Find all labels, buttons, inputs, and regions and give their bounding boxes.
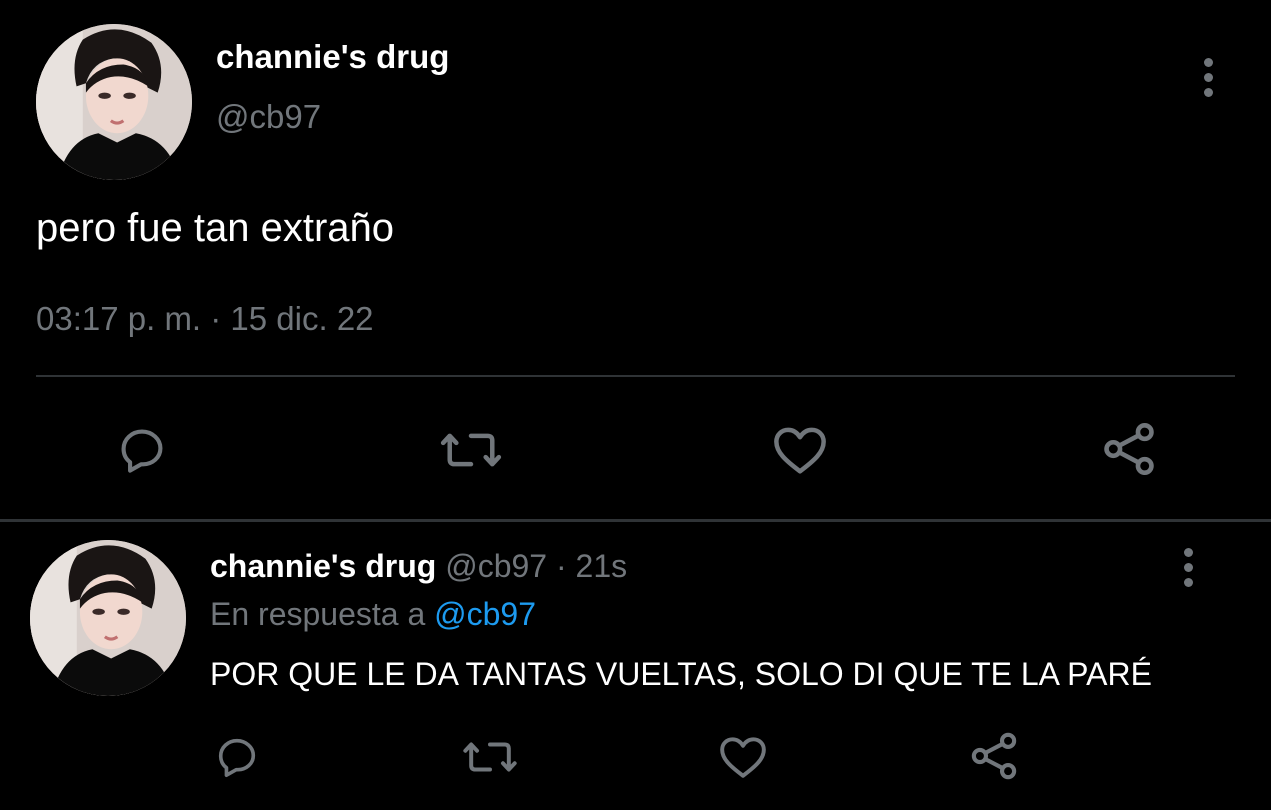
display-name[interactable]: channie's drug <box>216 38 449 76</box>
retweet-button[interactable] <box>460 730 520 784</box>
reply-header: channie's drug @cb97 · 21s <box>210 548 627 585</box>
tweet-text: POR QUE LE DA TANTAS VUELTAS, SOLO DI QU… <box>210 656 1152 692</box>
profile-photo-icon <box>36 24 192 180</box>
more-options-icon[interactable] <box>1196 58 1220 97</box>
share-icon <box>971 732 1017 780</box>
retweet-button[interactable] <box>436 420 506 480</box>
like-button[interactable] <box>716 730 770 784</box>
reply-icon <box>121 429 163 473</box>
divider <box>36 375 1235 377</box>
share-icon <box>1104 423 1154 475</box>
tweet-timestamp[interactable]: 03:17 p. m. · 15 dic. 22 <box>36 300 374 338</box>
separator-dot: · <box>547 548 576 584</box>
like-button[interactable] <box>768 420 832 480</box>
display-name[interactable]: channie's drug <box>210 548 436 584</box>
reply-icon <box>218 738 256 778</box>
profile-photo-icon <box>30 540 186 696</box>
tweet-text: pero fue tan extraño <box>36 206 395 250</box>
tweet-age[interactable]: 21s <box>576 548 628 584</box>
mention-link[interactable]: @cb97 <box>434 596 536 632</box>
reply-button[interactable] <box>210 730 264 784</box>
main-tweet: channie's drug @cb97 pero fue tan extrañ… <box>0 0 1271 520</box>
reply-button[interactable] <box>110 420 174 480</box>
avatar[interactable] <box>30 540 186 696</box>
share-button[interactable] <box>966 728 1022 784</box>
retweet-icon <box>440 433 502 467</box>
in-reply-to: En respuesta a @cb97 <box>210 596 536 633</box>
avatar[interactable] <box>36 24 192 180</box>
section-divider <box>0 519 1271 522</box>
retweet-icon <box>463 742 517 772</box>
like-icon <box>720 737 766 778</box>
user-handle[interactable]: @cb97 <box>216 98 321 136</box>
share-button[interactable] <box>1096 418 1162 480</box>
more-options-icon[interactable] <box>1176 548 1200 587</box>
in-reply-label: En respuesta a <box>210 596 435 632</box>
user-handle[interactable]: @cb97 <box>445 548 547 584</box>
like-icon <box>774 427 826 474</box>
